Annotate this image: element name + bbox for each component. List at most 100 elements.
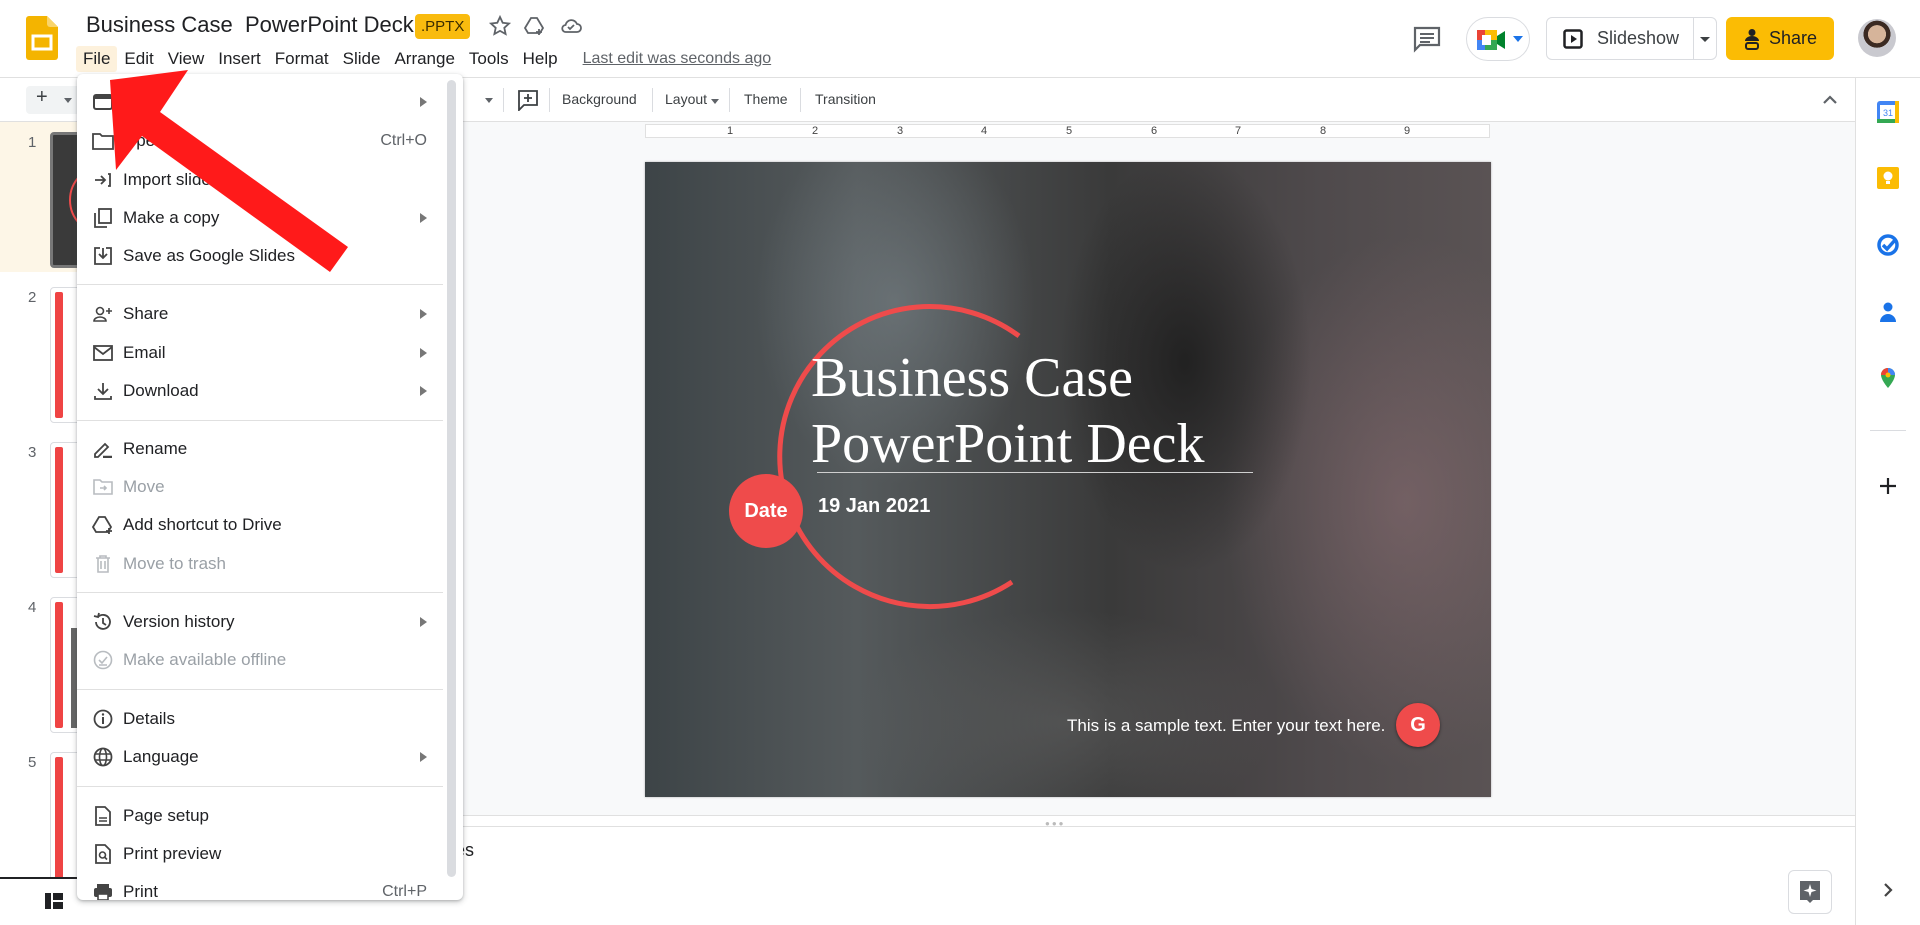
meet-button[interactable] [1466, 17, 1530, 61]
menu-item-make-a-copy[interactable]: Make a copy [77, 200, 447, 236]
toolbar-divider [503, 88, 504, 112]
menu-item-share[interactable]: Share [77, 296, 447, 332]
menu-scrollbar[interactable] [447, 80, 456, 877]
horizontal-ruler[interactable]: 1 2 3 4 5 6 7 8 9 [645, 124, 1490, 138]
line-dropdown-icon[interactable] [485, 98, 493, 103]
globe-icon [92, 746, 114, 768]
current-slide[interactable]: Business Case PowerPoint Deck Date 19 Ja… [645, 162, 1491, 797]
speaker-notes-area[interactable] [263, 827, 1855, 925]
ruler-tick: 5 [1066, 125, 1073, 137]
menu-item-rename[interactable]: Rename [77, 431, 447, 467]
add-comment-icon[interactable] [517, 89, 539, 111]
slides-logo-icon[interactable] [26, 16, 58, 60]
ruler-tick: 4 [981, 125, 988, 137]
transition-button[interactable]: Transition [815, 91, 876, 107]
download-icon [92, 380, 114, 402]
chevron-down-icon [64, 98, 72, 103]
tasks-icon[interactable] [1876, 233, 1900, 257]
slideshow-options-button[interactable] [1693, 17, 1717, 60]
menu-item-move[interactable]: Move [77, 469, 447, 505]
user-avatar[interactable] [1858, 19, 1896, 57]
new-slide-button[interactable]: + [26, 86, 80, 114]
maps-icon[interactable] [1876, 366, 1900, 390]
slide-title-line: PowerPoint Deck [811, 413, 1205, 475]
ruler-tick: 9 [1404, 125, 1411, 137]
menu-edit[interactable]: Edit [117, 46, 160, 72]
cloud-saved-icon[interactable] [559, 14, 583, 38]
star-icon[interactable] [488, 14, 512, 38]
slide-title[interactable]: Business Case PowerPoint Deck [811, 345, 1205, 477]
menu-slide[interactable]: Slide [336, 46, 388, 72]
menu-item-print[interactable]: Print Ctrl+P [77, 874, 447, 900]
menu-view[interactable]: View [161, 46, 212, 72]
toolbar-divider [652, 88, 653, 112]
date-value[interactable]: 19 Jan 2021 [818, 495, 930, 518]
sample-text[interactable]: This is a sample text. Enter your text h… [1067, 716, 1385, 736]
menu-item-email[interactable]: Email [77, 335, 447, 371]
keep-icon[interactable] [1876, 166, 1900, 190]
menu-item-import-slides[interactable]: Import slides [77, 162, 447, 198]
plus-icon: + [36, 86, 48, 108]
date-badge[interactable]: Date [729, 474, 803, 548]
menu-help[interactable]: Help [516, 46, 565, 72]
rename-icon [92, 438, 114, 460]
menu-item-print-preview[interactable]: Print preview [77, 836, 447, 872]
print-icon [92, 881, 114, 900]
layout-button[interactable]: Layout [665, 91, 707, 107]
svg-text:31: 31 [1883, 108, 1893, 118]
theme-button[interactable]: Theme [744, 91, 788, 107]
toolbar-divider [729, 88, 730, 112]
chevron-right-icon[interactable] [1876, 878, 1900, 902]
notes-resize-handle[interactable]: ●●● [263, 815, 1855, 828]
share-person-icon [92, 303, 114, 325]
submenu-arrow-icon [420, 309, 427, 319]
menu-file[interactable]: File [76, 46, 118, 72]
thumbnail-accent-bar [55, 757, 63, 877]
menu-arrange[interactable]: Arrange [387, 46, 461, 72]
menu-item-new[interactable]: New [77, 84, 447, 120]
logo-badge[interactable]: G [1396, 703, 1440, 747]
menu-item-add-shortcut-to-drive[interactable]: Add shortcut to Drive [77, 507, 447, 543]
menu-item-download[interactable]: Download [77, 373, 447, 409]
slideshow-label: Slideshow [1597, 28, 1680, 48]
ruler-tick: 3 [897, 125, 904, 137]
menu-insert[interactable]: Insert [211, 46, 268, 72]
menu-item-move-to-trash[interactable]: Move to trash [77, 546, 447, 582]
meet-icon [1477, 30, 1505, 50]
comments-icon[interactable] [1412, 25, 1442, 53]
app-header: Business Case PowerPoint Deck .PPTX File… [0, 0, 1920, 78]
menu-item-page-setup[interactable]: Page setup [77, 798, 447, 834]
menu-item-language[interactable]: Language [77, 739, 447, 775]
calendar-icon[interactable]: 31 [1876, 100, 1900, 124]
side-panel-divider [1870, 430, 1906, 431]
menu-format[interactable]: Format [268, 46, 336, 72]
menu-item-open[interactable]: Open Ctrl+O [77, 123, 447, 159]
shortcut-text: Ctrl+P [382, 883, 427, 900]
chevron-up-icon[interactable] [1818, 88, 1842, 112]
email-icon [92, 342, 114, 364]
add-icon[interactable] [1876, 474, 1900, 498]
play-icon [1563, 28, 1583, 49]
menu-item-version-history[interactable]: Version history [77, 604, 447, 640]
ruler-tick: 8 [1320, 125, 1327, 137]
menu-item-make-available-offline[interactable]: Make available offline [77, 642, 447, 678]
menu-tools[interactable]: Tools [462, 46, 516, 72]
share-label: Share [1768, 28, 1818, 48]
share-button[interactable]: Share [1726, 17, 1834, 60]
thumbnail-accent-bar [55, 602, 63, 728]
menu-bar: File Edit View Insert Format Slide Arran… [76, 45, 771, 73]
slideshow-button[interactable]: Slideshow [1546, 17, 1694, 60]
copy-icon [92, 207, 114, 229]
print-preview-icon [92, 843, 114, 865]
document-title[interactable]: Business Case PowerPoint Deck [86, 12, 414, 38]
submenu-arrow-icon [420, 617, 427, 627]
contacts-icon[interactable] [1876, 300, 1900, 324]
explore-button[interactable] [1788, 870, 1832, 914]
background-button[interactable]: Background [562, 91, 637, 107]
submenu-arrow-icon [420, 752, 427, 762]
move-to-drive-icon[interactable] [523, 14, 547, 38]
filmstrip-view-icon[interactable] [45, 893, 63, 909]
last-edit-link[interactable]: Last edit was seconds ago [583, 50, 772, 68]
menu-item-details[interactable]: Details [77, 701, 447, 737]
menu-item-save-as-google-slides[interactable]: Save as Google Slides [77, 238, 447, 274]
